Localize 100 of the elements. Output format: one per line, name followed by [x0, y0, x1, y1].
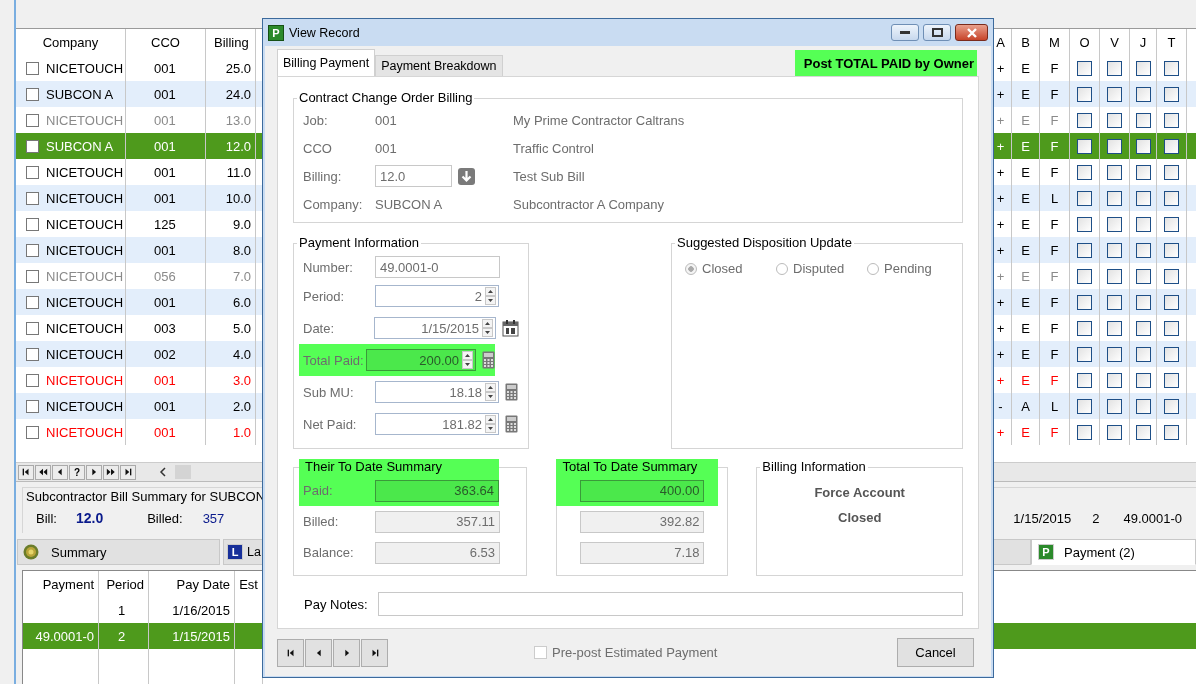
table-cell: 001 — [154, 294, 176, 310]
bill-value: 12.0 — [75, 510, 104, 526]
readonly-field: 6.53 — [375, 541, 500, 564]
table-cell: + — [996, 86, 1005, 102]
table-cell: + — [996, 372, 1005, 388]
table-cell: 125 — [154, 216, 176, 232]
readonly-field: 7.18 — [580, 541, 705, 564]
table-cell: F — [1050, 86, 1059, 102]
table-cell: E — [1021, 294, 1030, 310]
table-cell: 002 — [154, 346, 176, 362]
field-label: Billed: — [147, 511, 183, 526]
field-label: Net Paid: — [303, 416, 358, 432]
table-cell: E — [1021, 372, 1030, 388]
status-text: Closed — [838, 510, 882, 525]
date-value: 1/15/2015 — [1013, 511, 1072, 526]
radio-label: Closed — [702, 261, 743, 276]
group-title: Their To Date Summary — [304, 459, 444, 474]
table-cell: 7.0 — [232, 268, 251, 284]
table-cell: + — [996, 190, 1005, 206]
table-cell: F — [1050, 320, 1059, 336]
table-cell: NICETOUCH — [46, 372, 124, 388]
table-cell: 2 — [117, 628, 126, 644]
table-cell: F — [1050, 268, 1059, 284]
app-icon: P — [1038, 544, 1054, 560]
field-label: Job: — [303, 112, 329, 128]
table-cell: 9.0 — [232, 216, 251, 232]
table-cell: + — [996, 320, 1005, 336]
table-cell: F — [1050, 138, 1059, 154]
table-cell: + — [996, 346, 1005, 362]
table-cell: E — [1021, 112, 1030, 128]
table-cell: E — [1021, 190, 1030, 206]
field-label: Billing: — [303, 168, 343, 184]
field-value: 001 — [375, 140, 397, 156]
table-cell: - — [998, 398, 1003, 414]
table-cell: 1/16/2015 — [172, 602, 230, 618]
table-cell: 25.0 — [225, 60, 251, 76]
field-label: Billed: — [303, 514, 340, 529]
table-cell: F — [1050, 216, 1059, 232]
group-title: Suggested Disposition Update — [675, 235, 854, 250]
table-cell: NICETOUCH — [46, 190, 124, 206]
field-label: Bill: — [36, 511, 57, 526]
table-cell: 24.0 — [225, 86, 251, 102]
table-cell: F — [1050, 294, 1059, 310]
table-cell: + — [996, 294, 1005, 310]
table-cell: SUBCON A — [46, 86, 114, 102]
table-cell: + — [996, 112, 1005, 128]
readonly-field: 392.82 — [580, 510, 705, 533]
table-cell: NICETOUCH — [46, 164, 124, 180]
field-value: 001 — [375, 112, 397, 128]
table-cell: NICETOUCH — [46, 216, 124, 232]
table-cell: 001 — [154, 112, 176, 128]
table-cell: E — [1021, 86, 1030, 102]
table-cell: 4.0 — [232, 346, 251, 362]
app-icon: P — [268, 24, 284, 41]
group-title: Billing Information — [760, 459, 868, 474]
checkbox-label: Pre-post Estimated Payment — [552, 645, 718, 660]
table-cell: F — [1050, 164, 1059, 180]
table-cell: + — [996, 164, 1005, 180]
readonly-field: 363.64 — [374, 479, 499, 502]
table-cell: 12.0 — [225, 138, 251, 154]
table-cell: + — [996, 60, 1005, 76]
field-label: Paid: — [303, 483, 334, 498]
table-cell: 001 — [154, 138, 176, 154]
table-cell: 11.0 — [226, 164, 251, 180]
table-cell: 001 — [154, 60, 176, 76]
field-value: SUBCON A — [375, 196, 443, 212]
table-cell: 2.0 — [232, 398, 251, 414]
field-label: CCO — [303, 140, 333, 156]
table-cell: E — [1021, 268, 1030, 284]
table-cell: F — [1050, 242, 1059, 258]
table-cell: NICETOUCH — [46, 112, 124, 128]
table-cell: + — [996, 242, 1005, 258]
field-label: Total Paid: — [303, 352, 365, 368]
readonly-field: 357.11 — [375, 510, 500, 533]
table-cell: 001 — [154, 164, 176, 180]
table-cell: 49.0001-0 — [35, 628, 94, 644]
table-cell: A — [1021, 398, 1030, 414]
table-cell: 3.0 — [232, 372, 251, 388]
description-text: My Prime Contractor Caltrans — [513, 112, 685, 128]
table-cell: E — [1021, 138, 1030, 154]
table-cell: L — [1050, 398, 1059, 414]
table-cell: E — [1021, 242, 1030, 258]
table-cell: NICETOUCH — [46, 424, 124, 440]
table-cell: + — [996, 424, 1005, 440]
table-cell: 056 — [154, 268, 176, 284]
table-cell: 1/15/2015 — [172, 628, 230, 644]
table-cell: NICETOUCH — [46, 60, 124, 76]
period-value: 2 — [1092, 511, 1100, 526]
table-cell: L — [1050, 190, 1059, 206]
table-cell: 001 — [154, 242, 176, 258]
billed-value: 357 — [202, 511, 225, 526]
table-cell: F — [1050, 112, 1059, 128]
table-cell: NICETOUCH — [46, 320, 124, 336]
field-label: Period: — [303, 288, 346, 304]
table-cell: 003 — [154, 320, 176, 336]
table-cell: SUBCON A — [46, 138, 114, 154]
table-cell: NICETOUCH — [46, 294, 124, 310]
table-cell: 5.0 — [232, 320, 251, 336]
table-cell: 10.0 — [225, 190, 251, 206]
description-text: Traffic Control — [513, 140, 594, 156]
